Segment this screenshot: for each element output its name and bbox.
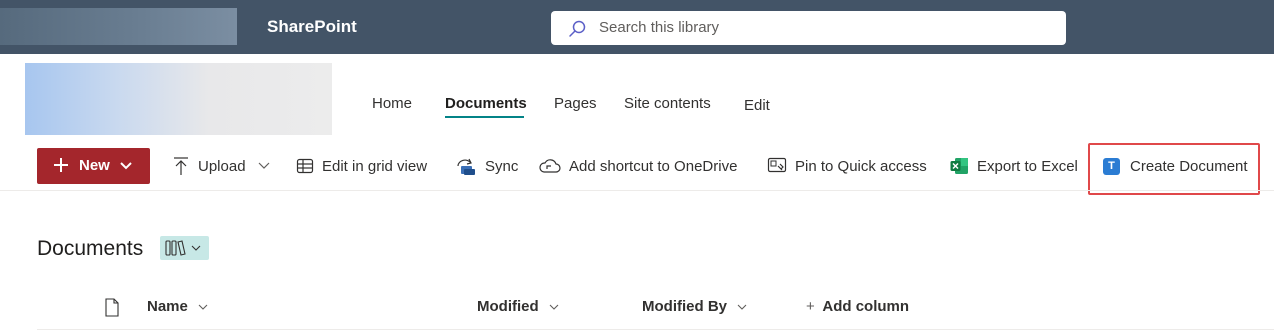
add-column-label: Add column <box>822 298 910 315</box>
app-launcher-area[interactable] <box>0 8 237 45</box>
upload-button[interactable]: Upload <box>172 148 270 184</box>
add-column-button[interactable]: + Add column <box>806 296 909 318</box>
export-excel-label: Export to Excel <box>977 157 1078 175</box>
nav-home[interactable]: Home <box>372 92 412 116</box>
column-header-modified-by[interactable]: Modified By <box>642 296 747 318</box>
pin-quick-access-label: Pin to Quick access <box>795 157 927 175</box>
highlight-annotation-box <box>1088 143 1260 195</box>
search-placeholder: Search this library <box>599 19 720 36</box>
sync-icon <box>457 158 475 175</box>
suite-bar: SharePoint Search this library <box>0 0 1274 54</box>
plus-icon: + <box>806 298 815 315</box>
edit-grid-view-button[interactable]: Edit in grid view <box>296 148 427 184</box>
chevron-down-icon <box>198 304 208 310</box>
site-logo[interactable] <box>25 63 332 135</box>
column-modified-label: Modified <box>477 298 539 315</box>
new-button-label: New <box>79 157 110 174</box>
search-icon <box>569 20 586 37</box>
column-header-name[interactable]: Name <box>147 296 208 318</box>
plus-icon <box>54 158 68 172</box>
new-button[interactable]: New <box>37 148 150 184</box>
nav-documents[interactable]: Documents <box>445 92 527 116</box>
command-bar-divider <box>0 190 1274 191</box>
header-row-divider <box>37 329 1274 330</box>
app-title[interactable]: SharePoint <box>267 0 357 54</box>
view-switcher[interactable] <box>160 236 209 260</box>
pin-quick-access-button[interactable]: Pin to Quick access <box>767 148 927 184</box>
add-shortcut-button[interactable]: Add shortcut to OneDrive <box>539 148 737 184</box>
library-title: Documents <box>37 237 144 260</box>
pin-icon <box>767 157 787 173</box>
export-excel-button[interactable]: Export to Excel <box>950 148 1078 184</box>
nav-edit[interactable]: Edit <box>744 94 770 118</box>
sync-button[interactable]: Sync <box>455 148 518 184</box>
sync-label: Sync <box>485 157 519 175</box>
nav-active-indicator <box>445 116 524 118</box>
cloud-shortcut-icon <box>539 159 561 173</box>
chevron-down-icon <box>737 304 747 310</box>
add-shortcut-label: Add shortcut to OneDrive <box>569 157 738 175</box>
chevron-down-icon <box>549 304 559 310</box>
upload-icon <box>174 157 188 175</box>
column-modified-by-label: Modified By <box>642 298 727 315</box>
chevron-down-icon <box>120 162 132 170</box>
chevron-down-icon <box>258 162 269 169</box>
nav-pages[interactable]: Pages <box>554 92 597 116</box>
column-name-label: Name <box>147 298 188 315</box>
search-input[interactable]: Search this library <box>551 11 1066 45</box>
library-view-icon <box>165 240 201 256</box>
grid-icon <box>296 158 314 174</box>
upload-label: Upload <box>198 157 246 175</box>
file-type-icon[interactable] <box>104 298 120 317</box>
column-header-modified[interactable]: Modified <box>477 296 559 318</box>
edit-grid-view-label: Edit in grid view <box>322 157 428 175</box>
excel-icon <box>950 158 968 174</box>
nav-site-contents[interactable]: Site contents <box>624 92 711 116</box>
